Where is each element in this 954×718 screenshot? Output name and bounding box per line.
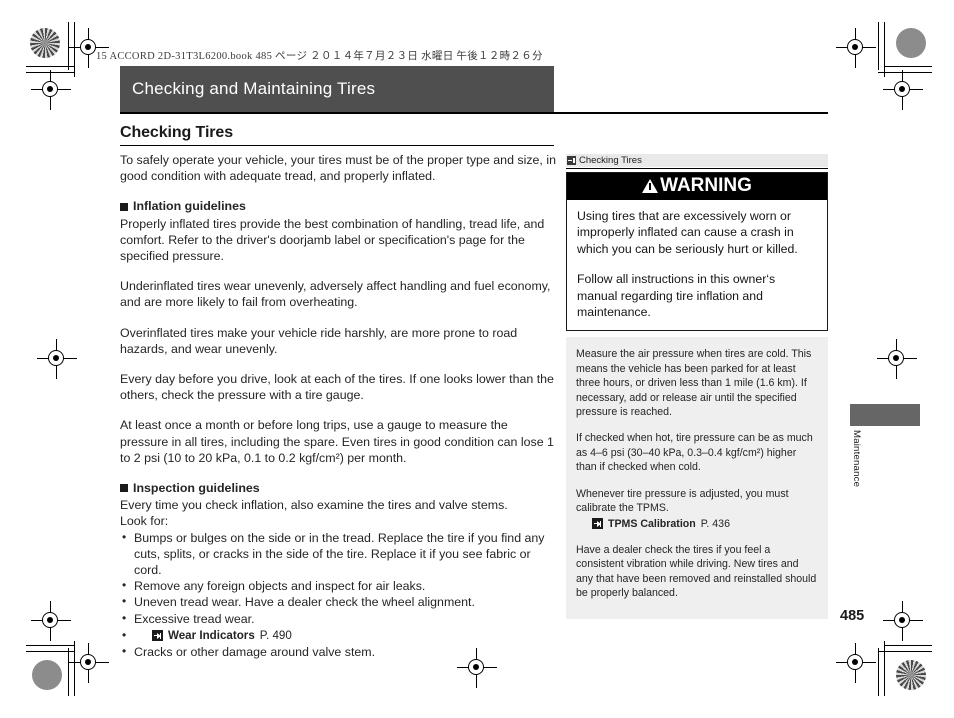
registration-mark xyxy=(69,643,109,683)
print-runhead: 15 ACCORD 2D-31T3L6200.book 485 ページ ２０１４… xyxy=(96,51,543,62)
warning-label: WARNING xyxy=(660,175,752,196)
banner-underline xyxy=(120,112,828,114)
warning-paragraph-1: Using tires that are excessively worn or… xyxy=(577,209,798,256)
crop-line xyxy=(884,641,885,696)
inspection-checklist: Bumps or bulges on the side or in the tr… xyxy=(120,529,558,661)
subheading-label: Inspection guidelines xyxy=(133,481,260,496)
crop-line xyxy=(884,645,932,646)
inflation-paragraph-1: Properly inflated tires provide the best… xyxy=(120,216,545,264)
inflation-paragraph-3: Overinflated tires make your vehicle rid… xyxy=(120,325,518,356)
inflation-paragraph-4: Every day before you drive, look at each… xyxy=(120,372,554,403)
crop-line xyxy=(68,648,69,696)
cross-reference-tpms-calibration[interactable]: TPMS Calibration P. 436 xyxy=(576,517,818,531)
registration-mark xyxy=(31,70,71,110)
thumb-tab-label: Maintenance xyxy=(851,430,862,488)
sidebar-notes: Measure the air pressure when tires are … xyxy=(566,337,828,619)
note-paragraph-4: Have a dealer check the tires if you fee… xyxy=(576,543,817,600)
jump-arrow-icon xyxy=(152,630,163,642)
square-bullet-icon xyxy=(120,484,128,493)
cross-reference-page: P. 436 xyxy=(700,517,730,530)
registration-mark xyxy=(836,28,876,68)
section-underline xyxy=(120,145,554,146)
warning-box: WARNING Using tires that are excessively… xyxy=(566,172,828,332)
sidebar-header-label: Checking Tires xyxy=(579,155,642,166)
cross-reference-title: Wear Indicators xyxy=(168,628,255,642)
note-paragraph-1: Measure the air pressure when tires are … xyxy=(576,348,812,419)
sidebar-header-underline xyxy=(566,168,828,169)
registration-star xyxy=(30,28,60,58)
subheading-inflation-guidelines: Inflation guidelines xyxy=(120,198,558,214)
jump-arrow-icon xyxy=(592,518,603,530)
inspection-lead-2: Look for: xyxy=(120,514,169,529)
warning-body: Using tires that are excessively worn or… xyxy=(567,200,827,330)
section-heading-block: Checking Tires xyxy=(120,124,554,146)
registration-mark xyxy=(883,70,923,110)
inspection-lead-1: Every time you check inflation, also exa… xyxy=(120,498,508,513)
crop-line xyxy=(878,651,932,652)
cross-reference-row: Wear Indicators P. 490 xyxy=(120,627,558,644)
intro-paragraph: To safely operate your vehicle, your tir… xyxy=(120,153,556,184)
chapter-banner: Checking and Maintaining Tires xyxy=(120,66,554,112)
warning-paragraph-2: Follow all instructions in this owner‘s … xyxy=(577,272,776,320)
square-bullet-icon xyxy=(120,202,128,211)
page-title: Checking Tires xyxy=(120,124,234,141)
list-item: Remove any foreign objects and inspect f… xyxy=(120,577,558,594)
crop-line xyxy=(884,66,932,67)
inflation-paragraph-5: At least once a month or before long tri… xyxy=(120,418,554,465)
cross-reference-title: TPMS Calibration xyxy=(608,517,696,530)
crop-line xyxy=(878,22,879,70)
cross-reference-wear-indicators[interactable]: Wear Indicators P. 490 xyxy=(120,628,558,644)
crop-line xyxy=(74,641,75,696)
crop-line xyxy=(68,22,69,70)
chapter-title: Checking and Maintaining Tires xyxy=(132,79,376,98)
sidebar-column: Checking Tires WARNING Using tires that … xyxy=(566,154,828,619)
subheading-inspection-guidelines: Inspection guidelines xyxy=(120,480,558,496)
cross-reference-page: P. 490 xyxy=(259,628,292,642)
crop-line xyxy=(26,66,74,67)
main-text-column: To safely operate your vehicle, your tir… xyxy=(120,152,558,660)
registration-dot xyxy=(896,28,926,58)
jump-arrow-icon xyxy=(567,156,576,165)
note-paragraph-2: If checked when hot, tire pressure can b… xyxy=(576,432,813,474)
list-item: Uneven tread wear. Have a dealer check t… xyxy=(120,593,558,610)
crop-line xyxy=(878,72,932,73)
crop-line xyxy=(26,651,75,652)
registration-mark xyxy=(31,601,71,641)
crop-line xyxy=(74,22,75,77)
registration-mark xyxy=(883,601,923,641)
registration-mark xyxy=(37,339,77,379)
inflation-paragraph-2: Underinflated tires wear unevenly, adver… xyxy=(120,279,551,310)
list-item: Cracks or other damage around valve stem… xyxy=(120,643,558,660)
crop-line xyxy=(878,648,879,696)
registration-mark xyxy=(877,339,917,379)
warning-banner: WARNING xyxy=(567,173,827,200)
list-item: Excessive tread wear. xyxy=(120,610,558,627)
registration-mark xyxy=(836,643,876,683)
thumb-tab-marker xyxy=(850,404,920,426)
registration-dot xyxy=(32,660,62,690)
registration-star xyxy=(896,660,926,690)
warning-triangle-icon xyxy=(642,179,659,193)
crop-line xyxy=(884,22,885,77)
note-paragraph-3: Whenever tire pressure is adjusted, you … xyxy=(576,487,789,515)
sidebar-header: Checking Tires xyxy=(566,154,828,167)
page-number: 485 xyxy=(840,608,865,624)
subheading-label: Inflation guidelines xyxy=(133,199,246,214)
list-item: Bumps or bulges on the side or in the tr… xyxy=(120,529,558,579)
crop-line xyxy=(26,645,74,646)
